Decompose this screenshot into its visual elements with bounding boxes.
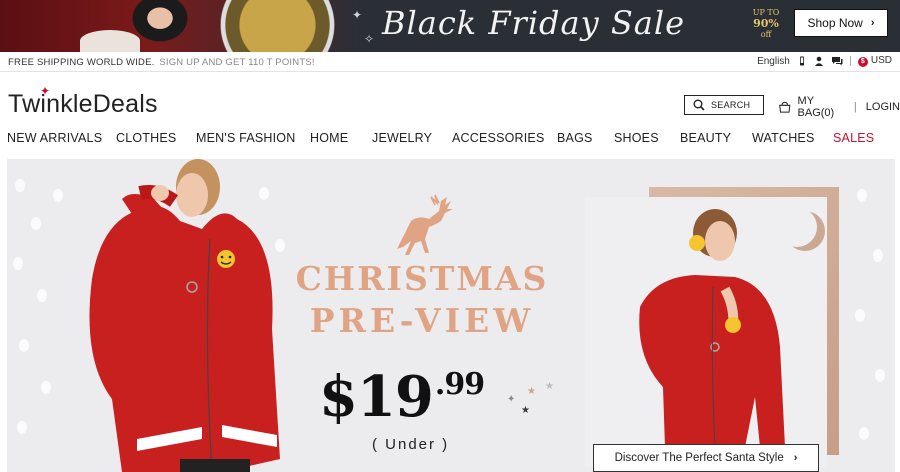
shop-now-label: Shop Now [807, 16, 863, 30]
search-button[interactable]: SEARCH [684, 95, 764, 115]
snow-dot [873, 249, 883, 262]
nav-item-watches[interactable]: WATCHES [752, 131, 815, 145]
nav-item-sales[interactable]: SALES [833, 131, 874, 145]
currency-label: USD [870, 55, 892, 66]
logo-text: TwinkleDeals [8, 90, 158, 118]
snow-dot [37, 289, 47, 302]
nav-item-shoes[interactable]: SHOES [614, 131, 659, 145]
banner-gold-plate-decoration [210, 0, 360, 52]
reindeer-icon [397, 194, 453, 255]
login-link[interactable]: LOGIN [866, 101, 900, 113]
shop-now-button[interactable]: Shop Now › [794, 9, 888, 37]
header-account-links: MY BAG(0) | LOGIN [778, 95, 900, 119]
off-text: off [760, 30, 772, 39]
christmas-hero-banner[interactable]: CHRISTMAS PRE-VIEW $19.99 ( Under ) ✦ ★ … [7, 159, 895, 472]
main-navigation: NEW ARRIVALS CLOTHES MEN'S FASHION HOME … [0, 131, 900, 151]
signup-promo-link[interactable]: SIGN UP AND GET 110 T POINTS! [159, 57, 314, 68]
price-dollars: $19 [319, 364, 434, 430]
search-icon [693, 99, 705, 111]
chat-icon[interactable] [831, 56, 843, 66]
nav-item-mens-fashion[interactable]: MEN'S FASHION [196, 131, 295, 145]
nav-item-home[interactable]: HOME [310, 131, 348, 145]
black-friday-banner[interactable]: ✦ ✧ Black Friday Sale UP TO 90% off Shop… [0, 0, 900, 52]
star-icon: ✦ [352, 8, 363, 22]
star-icon: ✧ [364, 32, 375, 46]
top-info-bar: FREE SHIPPING WORLD WIDE. SIGN UP AND GE… [0, 52, 900, 72]
snow-dot [15, 179, 25, 192]
banner-title: Black Friday Sale [382, 4, 685, 42]
shopping-bag-icon[interactable] [778, 100, 792, 114]
price-cents: .99 [434, 367, 485, 402]
divider: | [853, 101, 857, 113]
snow-dot [875, 369, 885, 382]
banner-model-image [120, 0, 200, 52]
banner-discount-badge: UP TO 90% off [752, 7, 780, 43]
divider [849, 56, 851, 66]
shipping-notice: FREE SHIPPING WORLD WIDE. SIGN UP AND GE… [8, 57, 315, 68]
nav-item-clothes[interactable]: CLOTHES [116, 131, 176, 145]
nav-item-bags[interactable]: BAGS [557, 131, 593, 145]
topbar-utilities: English $ USD [757, 55, 892, 67]
discover-santa-style-button[interactable]: Discover The Perfect Santa Style › [593, 444, 819, 472]
nav-item-jewelry[interactable]: JEWELRY [372, 131, 432, 145]
sparkle-icon: ★ [527, 386, 536, 397]
phone-icon[interactable] [797, 56, 807, 66]
snow-dot [41, 381, 51, 394]
hero-headline-preview: PRE-VIEW [309, 301, 535, 340]
language-selector[interactable]: English [757, 56, 790, 67]
snow-dot [13, 257, 23, 270]
crescent-moon-icon [777, 207, 817, 247]
price-under-note: ( Under ) [372, 436, 450, 453]
my-bag-link[interactable]: MY BAG(0) [798, 95, 845, 119]
snow-dot [19, 339, 29, 352]
banner-title-text: Black Friday Sale [382, 4, 686, 42]
search-label: SEARCH [711, 100, 751, 110]
nav-item-accessories[interactable]: ACCESSORIES [452, 131, 545, 145]
user-icon[interactable] [814, 56, 824, 66]
free-shipping-text: FREE SHIPPING WORLD WIDE. [8, 57, 155, 68]
currency-selector[interactable]: $ USD [857, 55, 892, 67]
discount-percent: 90% [753, 17, 779, 30]
nav-item-beauty[interactable]: BEAUTY [680, 131, 731, 145]
sparkle-icon: ★ [521, 405, 530, 416]
sparkle-icon: ★ [545, 381, 554, 392]
discover-button-label: Discover The Perfect Santa Style [614, 452, 784, 464]
chevron-right-icon: › [793, 452, 798, 464]
snow-dot [31, 217, 41, 230]
hero-headline-christmas: CHRISTMAS [295, 259, 549, 298]
chevron-right-icon: › [870, 17, 875, 29]
logo-star-icon: ✦ [40, 84, 51, 98]
dollar-icon: $ [857, 57, 868, 67]
site-logo[interactable]: TwinkleDeals ✦ [8, 84, 158, 119]
model-red-cardigan-image [89, 159, 280, 472]
snow-dot [17, 421, 27, 434]
hero-price: $19.99 [319, 364, 485, 430]
snow-dot [859, 427, 869, 440]
snow-dot [857, 189, 867, 202]
nav-item-new-arrivals[interactable]: NEW ARRIVALS [7, 131, 102, 145]
sparkle-icon: ✦ [507, 394, 516, 405]
snow-dot [855, 309, 865, 322]
